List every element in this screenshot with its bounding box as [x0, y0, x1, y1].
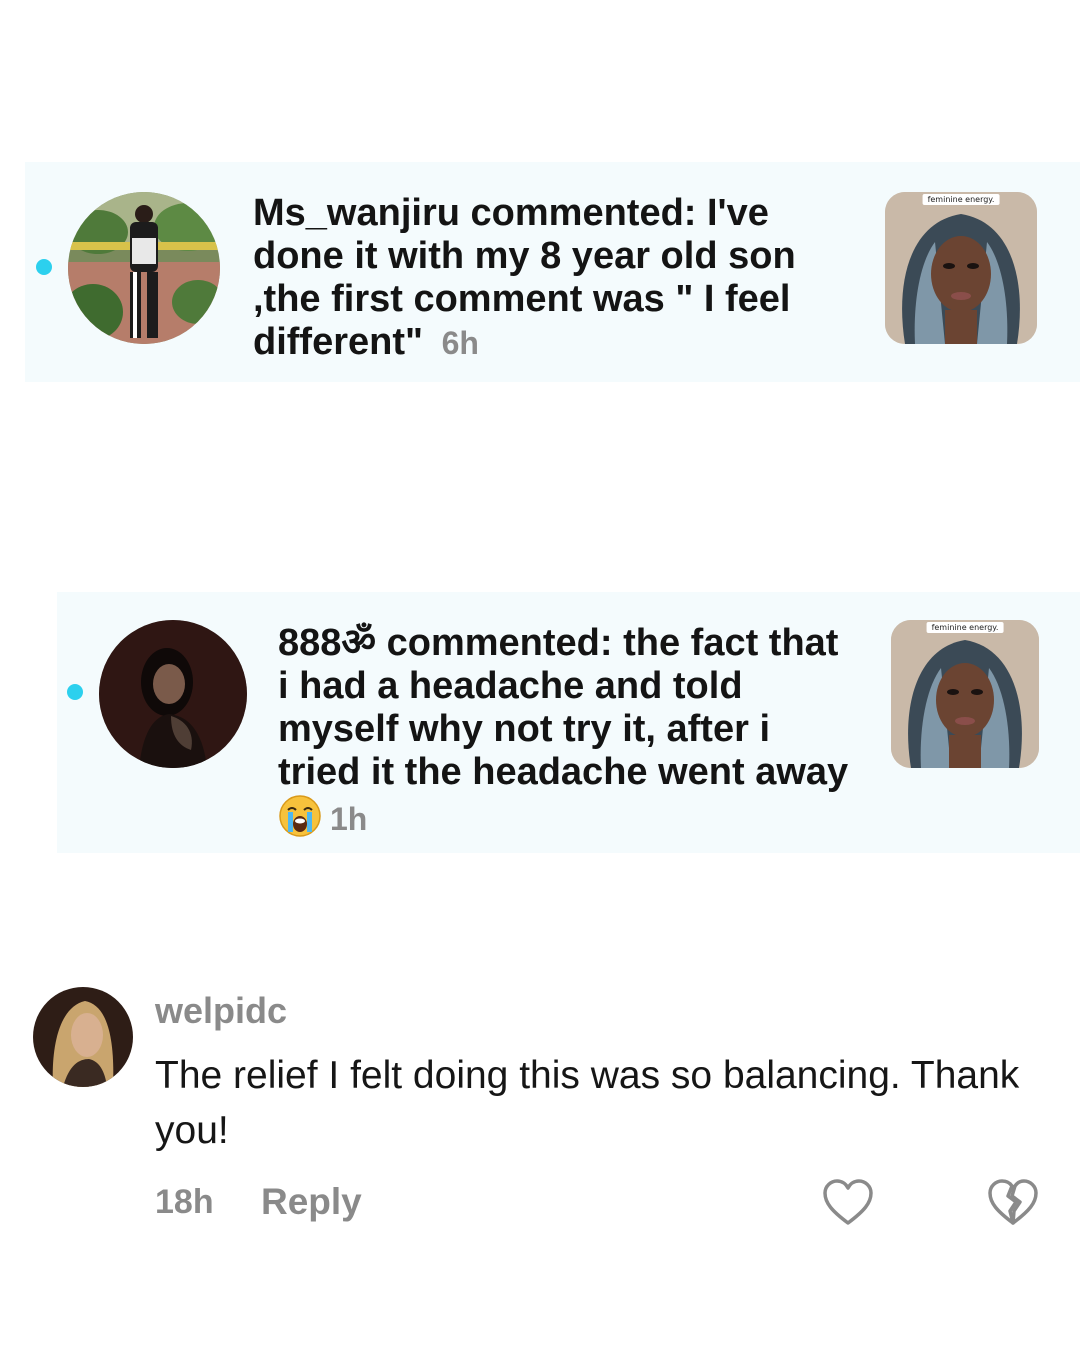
avatar[interactable] [33, 987, 133, 1087]
unread-indicator [67, 684, 83, 700]
video-thumbnail[interactable]: feminine energy. [891, 620, 1039, 768]
notification-action: commented: [386, 622, 613, 664]
notification-item[interactable]: Ms_wanjiru commented: I've done it with … [25, 162, 1080, 382]
avatar[interactable] [68, 192, 220, 344]
notification-username[interactable]: 888ॐ [278, 622, 376, 664]
comment-time: 18h [155, 1183, 214, 1221]
comment-username[interactable]: welpidc [155, 990, 287, 1032]
dislike-button[interactable] [987, 1178, 1039, 1228]
crying-face-emoji-icon [278, 794, 322, 838]
heart-outline-icon [822, 1179, 874, 1231]
broken-heart-outline-icon [987, 1179, 1039, 1231]
avatar[interactable] [99, 620, 247, 768]
notification-text: Ms_wanjiru commented: I've done it with … [253, 192, 843, 365]
thumbnail-caption: feminine energy. [926, 622, 1004, 633]
notification-action: commented: [470, 192, 697, 234]
notification-item[interactable]: 888ॐ commented: the fact that i had a he… [57, 592, 1080, 853]
comment-text: The relief I felt doing this was so bala… [155, 1054, 1020, 1152]
notification-time: 1h [330, 801, 368, 837]
reply-button[interactable]: Reply [261, 1181, 362, 1223]
notification-time: 6h [441, 325, 479, 361]
notifications-page: Ms_wanjiru commented: I've done it with … [0, 0, 1080, 1350]
unread-indicator [36, 259, 52, 275]
notification-username[interactable]: Ms_wanjiru [253, 192, 460, 234]
notification-text: 888ॐ commented: the fact that i had a he… [278, 622, 858, 841]
like-button[interactable] [822, 1178, 874, 1228]
video-thumbnail[interactable]: feminine energy. [885, 192, 1037, 344]
thumbnail-caption: feminine energy. [922, 194, 1000, 205]
